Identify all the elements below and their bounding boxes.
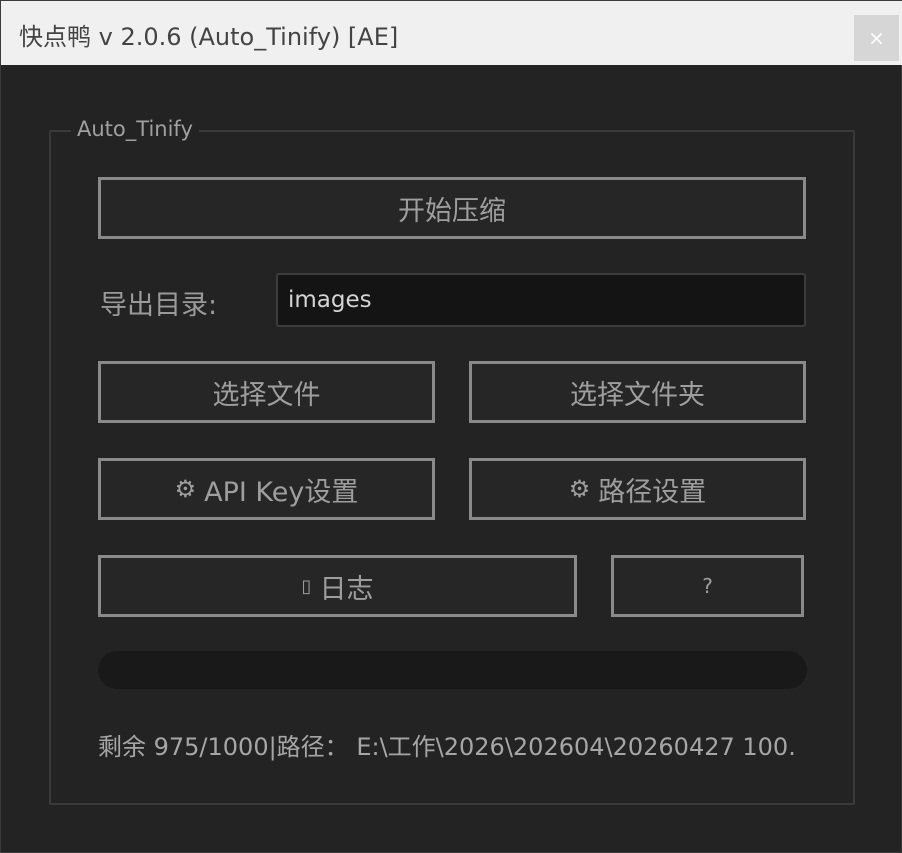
close-button[interactable]: × bbox=[854, 15, 899, 61]
group-label: Auto_Tinify bbox=[71, 117, 199, 141]
status-text: 剩余 975/1000|路径： E:\工作\2026\202604\202604… bbox=[98, 733, 796, 761]
help-label: ? bbox=[702, 574, 713, 598]
select-folder-button[interactable]: 选择文件夹 bbox=[469, 361, 806, 423]
select-folder-label: 选择文件夹 bbox=[570, 379, 705, 411]
path-settings-label: 路径设置 bbox=[598, 476, 707, 508]
help-button[interactable]: ? bbox=[611, 555, 804, 617]
path-settings-button[interactable]: ⚙ 路径设置 bbox=[469, 458, 806, 520]
start-compress-button[interactable]: 开始压缩 bbox=[98, 177, 806, 239]
gear-icon: ⚙ bbox=[174, 475, 197, 503]
title-bar[interactable]: 快点鸭 v 2.0.6 (Auto_Tinify) [AE] × bbox=[1, 1, 902, 65]
progress-bar bbox=[98, 651, 807, 689]
log-button[interactable]: ▯ 日志 bbox=[98, 555, 577, 617]
export-dir-input[interactable] bbox=[276, 273, 806, 327]
start-compress-label: 开始压缩 bbox=[398, 195, 506, 227]
api-key-settings-label: API Key设置 bbox=[204, 476, 359, 508]
gear-icon: ⚙ bbox=[568, 475, 591, 503]
export-dir-label: 导出目录: bbox=[100, 290, 218, 321]
api-key-settings-button[interactable]: ⚙ API Key设置 bbox=[98, 458, 435, 520]
window-title: 快点鸭 v 2.0.6 (Auto_Tinify) [AE] bbox=[19, 23, 399, 51]
select-files-label: 选择文件 bbox=[212, 379, 321, 411]
select-files-button[interactable]: 选择文件 bbox=[98, 361, 435, 423]
app-window: 快点鸭 v 2.0.6 (Auto_Tinify) [AE] × Auto_Ti… bbox=[0, 0, 902, 853]
log-icon: ▯ bbox=[301, 575, 312, 597]
log-label: 日志 bbox=[319, 573, 374, 605]
